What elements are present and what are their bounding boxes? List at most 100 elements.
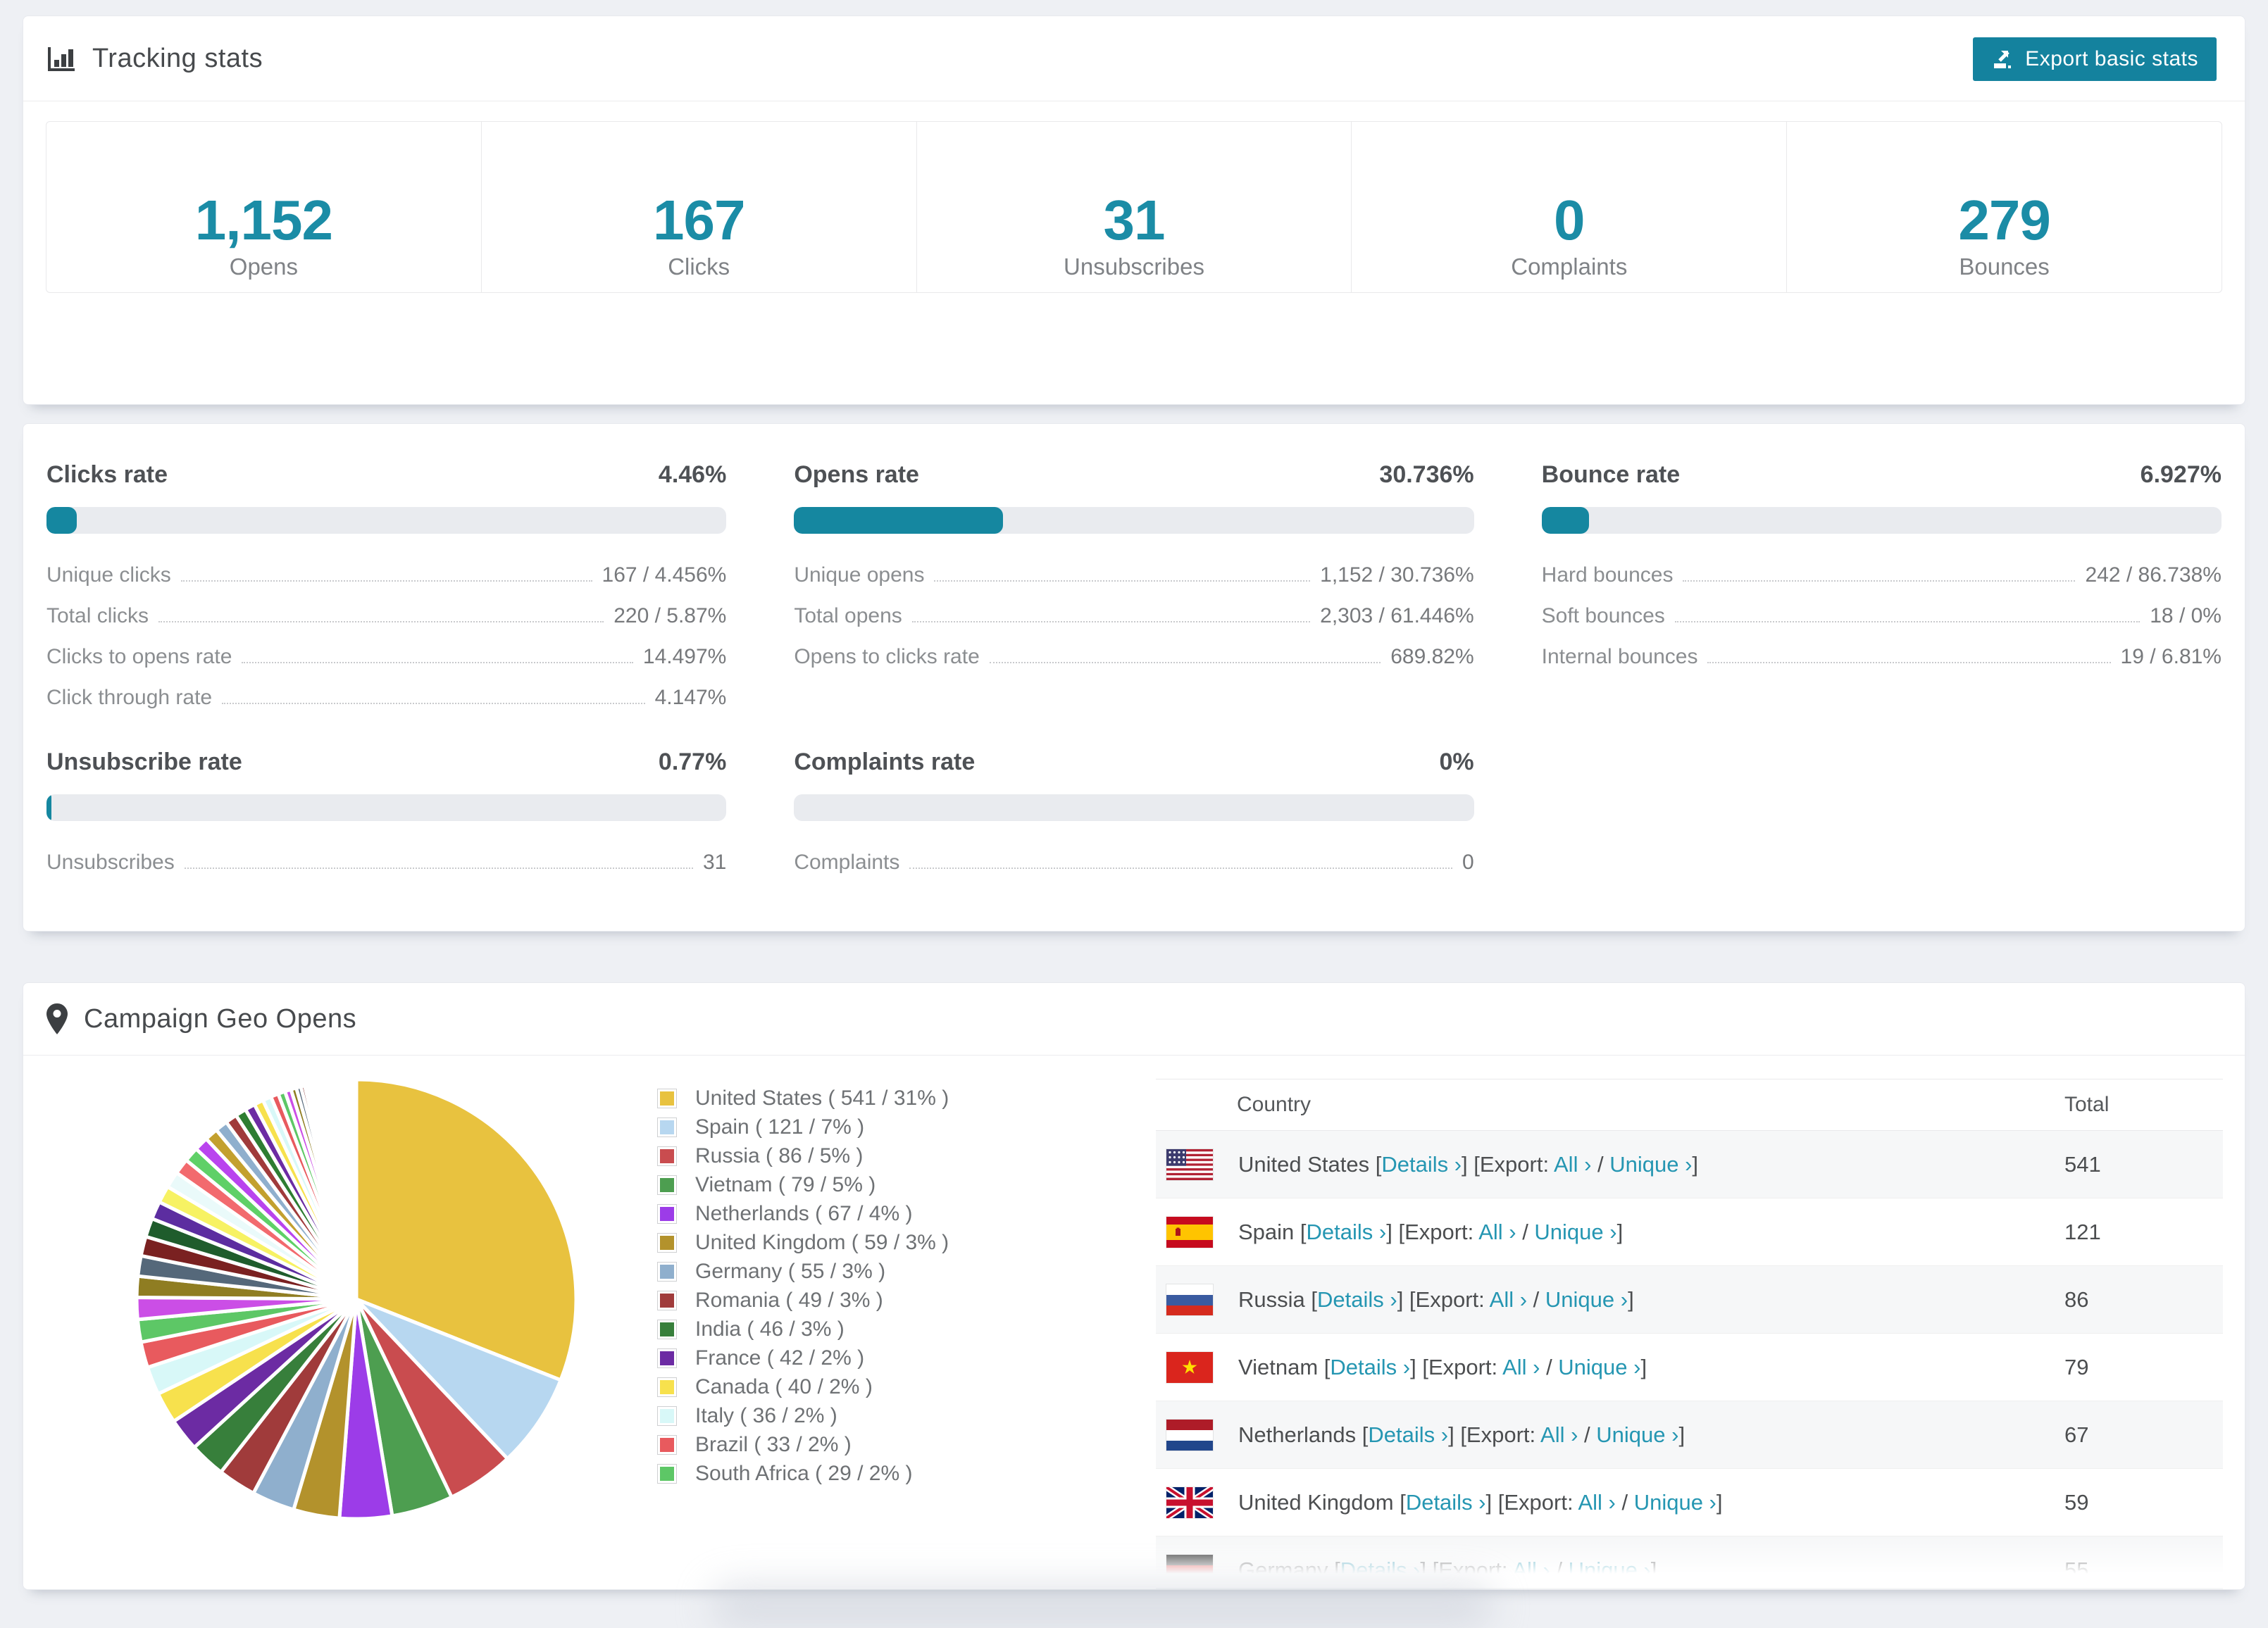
geo-row-russia: Russia [Details ›] [Export: All › / Uniq… [1156, 1266, 2223, 1334]
dotted-leader [180, 580, 592, 582]
legend-swatch [657, 1319, 677, 1339]
metric-row-unique-opens: Unique opens 1,152 / 30.736% [794, 563, 1474, 587]
legend-item-india: India ( 46 / 3% ) [657, 1317, 949, 1341]
export-unique-link-united-kingdom[interactable]: Unique › [1634, 1490, 1716, 1515]
legend-swatch [657, 1232, 677, 1253]
legend-swatch [657, 1405, 677, 1426]
legend-item-united-states: United States ( 541 / 31% ) [657, 1086, 949, 1110]
legend-label: Romania ( 49 / 3% ) [695, 1288, 883, 1312]
legend-item-italy: Italy ( 36 / 2% ) [657, 1403, 949, 1427]
legend-label: Italy ( 36 / 2% ) [695, 1403, 837, 1427]
export-all-link-germany[interactable]: All › [1512, 1558, 1550, 1582]
export-all-link-russia[interactable]: All › [1490, 1287, 1527, 1312]
export-unique-link-united-states[interactable]: Unique › [1609, 1152, 1692, 1177]
export-all-link-united-states[interactable]: All › [1554, 1152, 1591, 1177]
dotted-leader [158, 621, 604, 622]
metric-row-total-clicks: Total clicks 220 / 5.87% [46, 604, 727, 627]
metric-title: Complaints rate [794, 749, 976, 775]
details-link-netherlands[interactable]: Details › [1368, 1422, 1448, 1447]
metric-title: Clicks rate [46, 461, 168, 488]
total-value: 86 [2064, 1286, 2089, 1312]
geo-pie-chart [135, 1077, 578, 1521]
export-basic-stats-button[interactable]: Export basic stats [1973, 37, 2217, 81]
geo-opens-card: Campaign Geo Opens United States ( 541 /… [23, 982, 2245, 1590]
stat-opens: 1,152 Opens [46, 122, 482, 292]
dotted-leader [1707, 662, 2111, 663]
map-pin-icon [46, 1003, 68, 1035]
dotted-leader [909, 868, 1452, 869]
flag-vn-icon [1166, 1351, 1213, 1383]
export-all-link-united-kingdom[interactable]: All › [1578, 1490, 1615, 1515]
export-unique-link-russia[interactable]: Unique › [1545, 1287, 1628, 1312]
export-unique-link-vietnam[interactable]: Unique › [1558, 1355, 1640, 1379]
clicks-rate-progressbar [46, 507, 727, 534]
metric-row-hard-bounces: Hard bounces 242 / 86.738% [1541, 563, 2222, 587]
legend-swatch [657, 1463, 677, 1484]
metric-row-unsubscribes: Unsubscribes 31 [46, 851, 727, 874]
export-button-label: Export basic stats [2025, 47, 2198, 70]
details-link-spain[interactable]: Details › [1307, 1220, 1387, 1244]
geo-table-header: Country Total [1156, 1079, 2223, 1131]
export-all-link-spain[interactable]: All › [1478, 1220, 1516, 1244]
dotted-leader [989, 662, 1381, 663]
details-link-vietnam[interactable]: Details › [1330, 1355, 1410, 1379]
stat-label: Unsubscribes [1064, 253, 1204, 280]
export-all-link-vietnam[interactable]: All › [1502, 1355, 1540, 1379]
legend-label: United Kingdom ( 59 / 3% ) [695, 1230, 949, 1254]
metric-row-unique-clicks: Unique clicks 167 / 4.456% [46, 563, 727, 587]
country-name: United States [1238, 1151, 1370, 1177]
legend-swatch [657, 1348, 677, 1368]
metric-value: 0.77% [658, 749, 727, 775]
metric-complaints-rate: Complaints rate 0% Complaints 0 [794, 748, 1474, 883]
stats-summary: 1,152 Opens 167 Clicks 31 Unsubscribes 0 Compla… [46, 121, 2222, 293]
legend-label: South Africa ( 29 / 2% ) [695, 1461, 913, 1485]
legend-label: France ( 42 / 2% ) [695, 1346, 865, 1370]
dotted-leader [242, 662, 633, 663]
export-unique-link-germany[interactable]: Unique › [1569, 1558, 1651, 1582]
legend-item-brazil: Brazil ( 33 / 2% ) [657, 1433, 949, 1456]
total-value: 67 [2064, 1422, 2089, 1447]
geo-row-spain: Spain [Details ›] [Export: All › / Uniqu… [1156, 1198, 2223, 1266]
metric-row-soft-bounces: Soft bounces 18 / 0% [1541, 604, 2222, 627]
dotted-leader [1674, 621, 2141, 622]
export-icon [1991, 48, 2014, 70]
geo-opens-body: United States ( 541 / 31% ) Spain ( 121 /… [23, 1056, 2245, 1589]
country-name: Netherlands [1238, 1422, 1357, 1447]
details-link-russia[interactable]: Details › [1317, 1287, 1397, 1312]
flag-nl-icon [1166, 1419, 1213, 1451]
total-value: 121 [2064, 1219, 2101, 1244]
metric-value: 30.736% [1379, 461, 1474, 488]
details-link-germany[interactable]: Details › [1340, 1558, 1421, 1582]
details-link-united-states[interactable]: Details › [1381, 1152, 1462, 1177]
metric-row-internal-bounces: Internal bounces 19 / 6.81% [1541, 645, 2222, 668]
page-title: Tracking stats [92, 43, 263, 73]
dotted-leader [184, 868, 693, 869]
rates-card: Clicks rate 4.46% Unique clicks 167 / 4.456… [23, 423, 2245, 932]
legend-item-germany: Germany ( 55 / 3% ) [657, 1260, 949, 1283]
dotted-leader [1683, 580, 2076, 582]
details-link-united-kingdom[interactable]: Details › [1406, 1490, 1486, 1515]
stat-label: Bounces [1959, 253, 2050, 280]
tracking-stats-header: Tracking stats Export basic stats [23, 16, 2245, 101]
dotted-leader [911, 621, 1311, 622]
metric-opens-rate: Opens rate 30.736% Unique opens 1,152 / 30.… [794, 461, 1474, 718]
legend-label: United States ( 541 / 31% ) [695, 1086, 949, 1110]
export-all-link-netherlands[interactable]: All › [1540, 1422, 1578, 1447]
legend-label: Netherlands ( 67 / 4% ) [695, 1201, 913, 1225]
metric-value: 6.927% [2140, 461, 2222, 488]
metric-bounce-rate: Bounce rate 6.927% Hard bounces 242 / 86.73… [1541, 461, 2222, 718]
geo-row-vietnam: Vietnam [Details ›] [Export: All › / Uni… [1156, 1334, 2223, 1401]
geo-opens-header: Campaign Geo Opens [23, 983, 2245, 1056]
metric-value: 4.46% [658, 461, 727, 488]
flag-ru-icon [1166, 1284, 1213, 1315]
rates-band-2: Unsubscribe rate 0.77% Unsubscribes 31 Compl… [23, 748, 2245, 883]
stat-label: Opens [229, 253, 299, 280]
export-unique-link-netherlands[interactable]: Unique › [1596, 1422, 1678, 1447]
legend-item-russia: Russia ( 86 / 5% ) [657, 1144, 949, 1167]
legend-label: India ( 46 / 3% ) [695, 1317, 845, 1341]
bounce-rate-progressbar [1541, 507, 2222, 534]
export-unique-link-spain[interactable]: Unique › [1534, 1220, 1616, 1244]
stat-clicks: 167 Clicks [482, 122, 917, 292]
metric-row-opens-to-clicks-rate: Opens to clicks rate 689.82% [794, 645, 1474, 668]
total-value: 55 [2064, 1557, 2089, 1582]
